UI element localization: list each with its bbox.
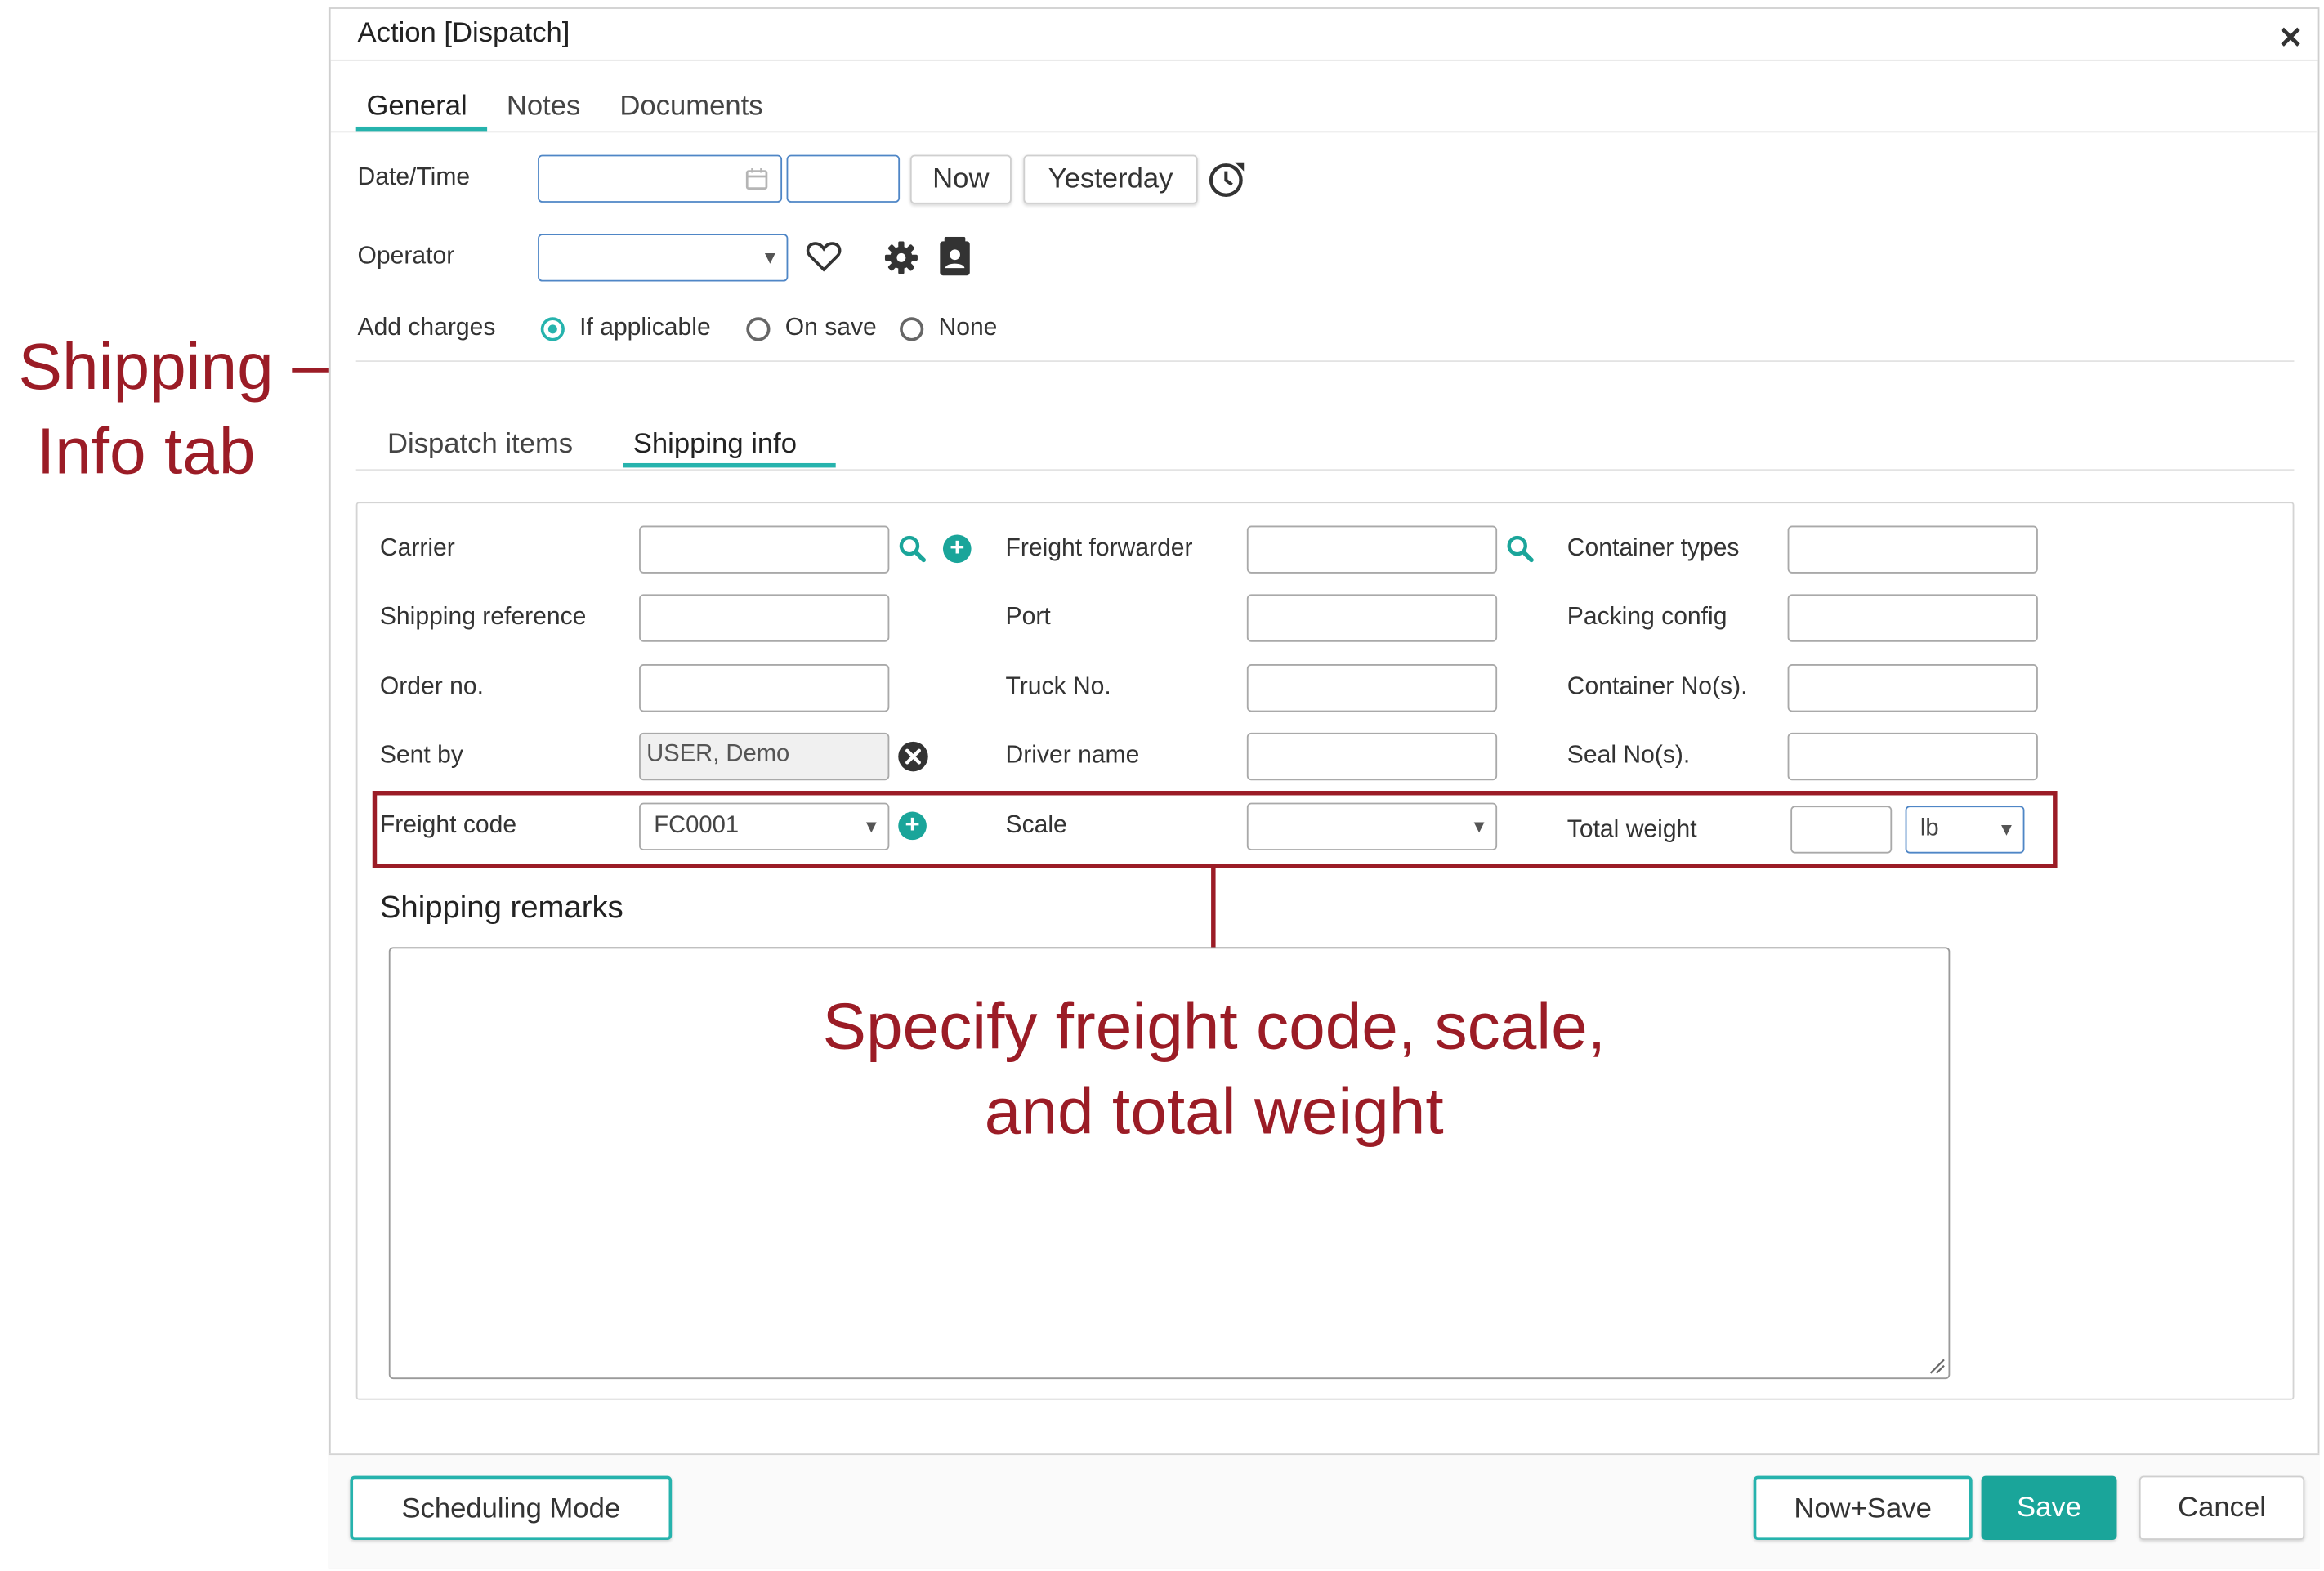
general-divider <box>355 360 2295 362</box>
driver-name-input[interactable] <box>1246 732 1498 781</box>
tab-general[interactable]: General <box>366 91 467 123</box>
subtab-dispatch-items[interactable]: Dispatch items <box>387 429 573 462</box>
seal-nos-input[interactable] <box>1787 732 2038 781</box>
radio-none-label: None <box>938 314 998 341</box>
subtabs-divider <box>355 469 2295 471</box>
truck-no-input[interactable] <box>1246 664 1498 712</box>
calendar-icon[interactable] <box>745 167 769 190</box>
carrier-label: Carrier <box>379 534 455 562</box>
order-no-input[interactable] <box>639 664 890 712</box>
scheduling-mode-button[interactable]: Scheduling Mode <box>350 1475 673 1540</box>
screenshot-root: Shipping Info tab Action [Dispatch] ✕ Ge… <box>0 0 2324 1571</box>
now-save-button[interactable]: Now+Save <box>1753 1475 1973 1540</box>
port-label: Port <box>1005 603 1051 631</box>
callout-fields-line-1: Specify freight code, scale, <box>822 990 1607 1064</box>
callout-fields-line-2: and total weight <box>984 1075 1444 1149</box>
freight-forwarder-label: Freight forwarder <box>1005 534 1193 562</box>
packing-config-label: Packing config <box>1566 603 1727 631</box>
clear-icon[interactable] <box>896 740 929 773</box>
yesterday-button[interactable]: Yesterday <box>1023 154 1198 204</box>
radio-on-save[interactable] <box>746 317 771 341</box>
dialog-titlebar: Action [Dispatch] ✕ <box>330 8 2318 61</box>
cancel-button[interactable]: Cancel <box>2139 1475 2305 1540</box>
container-nos-label: Container No(s). <box>1566 672 1748 700</box>
time-input[interactable] <box>786 154 901 203</box>
subtab-shipping-info[interactable]: Shipping info <box>633 429 797 462</box>
packing-config-input[interactable] <box>1787 594 2038 642</box>
search-icon[interactable] <box>898 534 927 563</box>
contact-card-icon[interactable] <box>938 236 971 277</box>
subtab-shipping-info-underline <box>623 462 836 468</box>
gear-icon[interactable] <box>884 241 918 274</box>
shipping-remarks-label: Shipping remarks <box>379 890 623 926</box>
port-input[interactable] <box>1246 594 1498 642</box>
sent-by-field: USER, Demo <box>639 732 890 781</box>
heart-icon[interactable] <box>806 240 842 273</box>
dropdown-arrow-icon: ▼ <box>761 247 780 269</box>
radio-if-applicable-label: If applicable <box>579 314 711 341</box>
truck-no-label: Truck No. <box>1005 672 1111 700</box>
freight-forwarder-input[interactable] <box>1246 525 1498 574</box>
callout-freight-fields: Specify freight code, scale, and total w… <box>767 984 1661 1154</box>
callout-line-1: Shipping <box>18 330 274 404</box>
callout-line-2: Info tab <box>36 415 256 489</box>
date-input[interactable] <box>538 154 783 203</box>
datetime-label: Date/Time <box>357 163 471 191</box>
sent-by-label: Sent by <box>379 741 463 769</box>
close-icon[interactable]: ✕ <box>2278 20 2304 57</box>
clock-icon[interactable] <box>1208 159 1246 198</box>
radio-on-save-label: On save <box>784 314 877 341</box>
carrier-input[interactable] <box>639 525 890 574</box>
driver-name-label: Driver name <box>1005 741 1140 769</box>
add-carrier-icon[interactable]: + <box>942 534 972 564</box>
radio-if-applicable[interactable] <box>540 317 565 341</box>
callout-shipping-info-tab: Shipping Info tab <box>0 324 292 494</box>
save-button[interactable]: Save <box>1981 1475 2117 1540</box>
now-button[interactable]: Now <box>909 154 1012 204</box>
operator-label: Operator <box>357 243 455 270</box>
highlight-freight-row <box>372 791 2058 868</box>
add-charges-label: Add charges <box>357 314 496 341</box>
container-types-input[interactable] <box>1787 525 2038 574</box>
tab-notes[interactable]: Notes <box>507 91 580 123</box>
container-types-label: Container types <box>1566 534 1740 562</box>
tabs-divider <box>330 131 2317 133</box>
order-no-label: Order no. <box>379 672 484 700</box>
resize-handle-icon[interactable] <box>1928 1357 1946 1375</box>
search-icon[interactable] <box>1506 534 1535 563</box>
radio-none[interactable] <box>900 317 924 341</box>
dialog-title: Action [Dispatch] <box>357 17 570 50</box>
tab-documents[interactable]: Documents <box>619 91 762 123</box>
operator-select[interactable]: ▼ <box>538 234 789 282</box>
seal-nos-label: Seal No(s). <box>1566 741 1691 769</box>
container-nos-input[interactable] <box>1787 664 2038 712</box>
shipping-reference-input[interactable] <box>639 594 890 642</box>
shipping-reference-label: Shipping reference <box>379 603 587 631</box>
